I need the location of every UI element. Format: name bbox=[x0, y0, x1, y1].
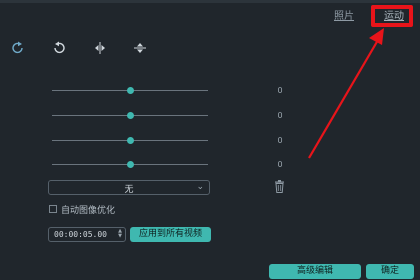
slider-2[interactable] bbox=[52, 111, 208, 121]
slider-thumb[interactable] bbox=[127, 161, 134, 168]
rotate-clockwise-icon[interactable] bbox=[10, 40, 26, 56]
rotate-counterclockwise-icon[interactable] bbox=[51, 40, 67, 56]
apply-to-all-button[interactable]: 应用到所有视频 bbox=[130, 227, 211, 242]
slider-thumb[interactable] bbox=[127, 112, 134, 119]
preset-select-value: 无 bbox=[124, 185, 134, 195]
duration-value: 00:00:05.00 bbox=[54, 230, 107, 239]
advanced-edit-button[interactable]: 高级编辑 bbox=[269, 264, 361, 279]
top-bar bbox=[0, 0, 420, 3]
chevron-down-icon: ⌄ bbox=[196, 182, 204, 192]
preset-select[interactable]: 无 ⌄ bbox=[48, 180, 210, 195]
auto-enhance-checkbox[interactable] bbox=[49, 205, 57, 213]
slider-thumb[interactable] bbox=[127, 87, 134, 94]
duration-input[interactable]: 00:00:05.00 ▲ ▼ bbox=[48, 227, 126, 242]
slider-4[interactable] bbox=[52, 160, 208, 170]
slider-3[interactable] bbox=[52, 136, 208, 146]
slider-value: 0 bbox=[277, 160, 283, 169]
slider-value: 0 bbox=[277, 86, 283, 95]
slider-1[interactable] bbox=[52, 86, 208, 96]
highlight-box bbox=[371, 5, 413, 27]
ok-button[interactable]: 确定 bbox=[366, 264, 414, 279]
tab-photo[interactable]: 照片 bbox=[334, 7, 354, 22]
flip-horizontal-icon[interactable] bbox=[92, 40, 108, 56]
slider-value: 0 bbox=[277, 136, 283, 145]
spinner-icon[interactable]: ▲ ▼ bbox=[118, 229, 122, 239]
trash-icon[interactable] bbox=[274, 180, 285, 193]
slider-thumb[interactable] bbox=[127, 137, 134, 144]
auto-enhance-label: 自动图像优化 bbox=[61, 206, 116, 216]
flip-vertical-icon[interactable] bbox=[132, 40, 148, 56]
slider-value: 0 bbox=[277, 111, 283, 120]
